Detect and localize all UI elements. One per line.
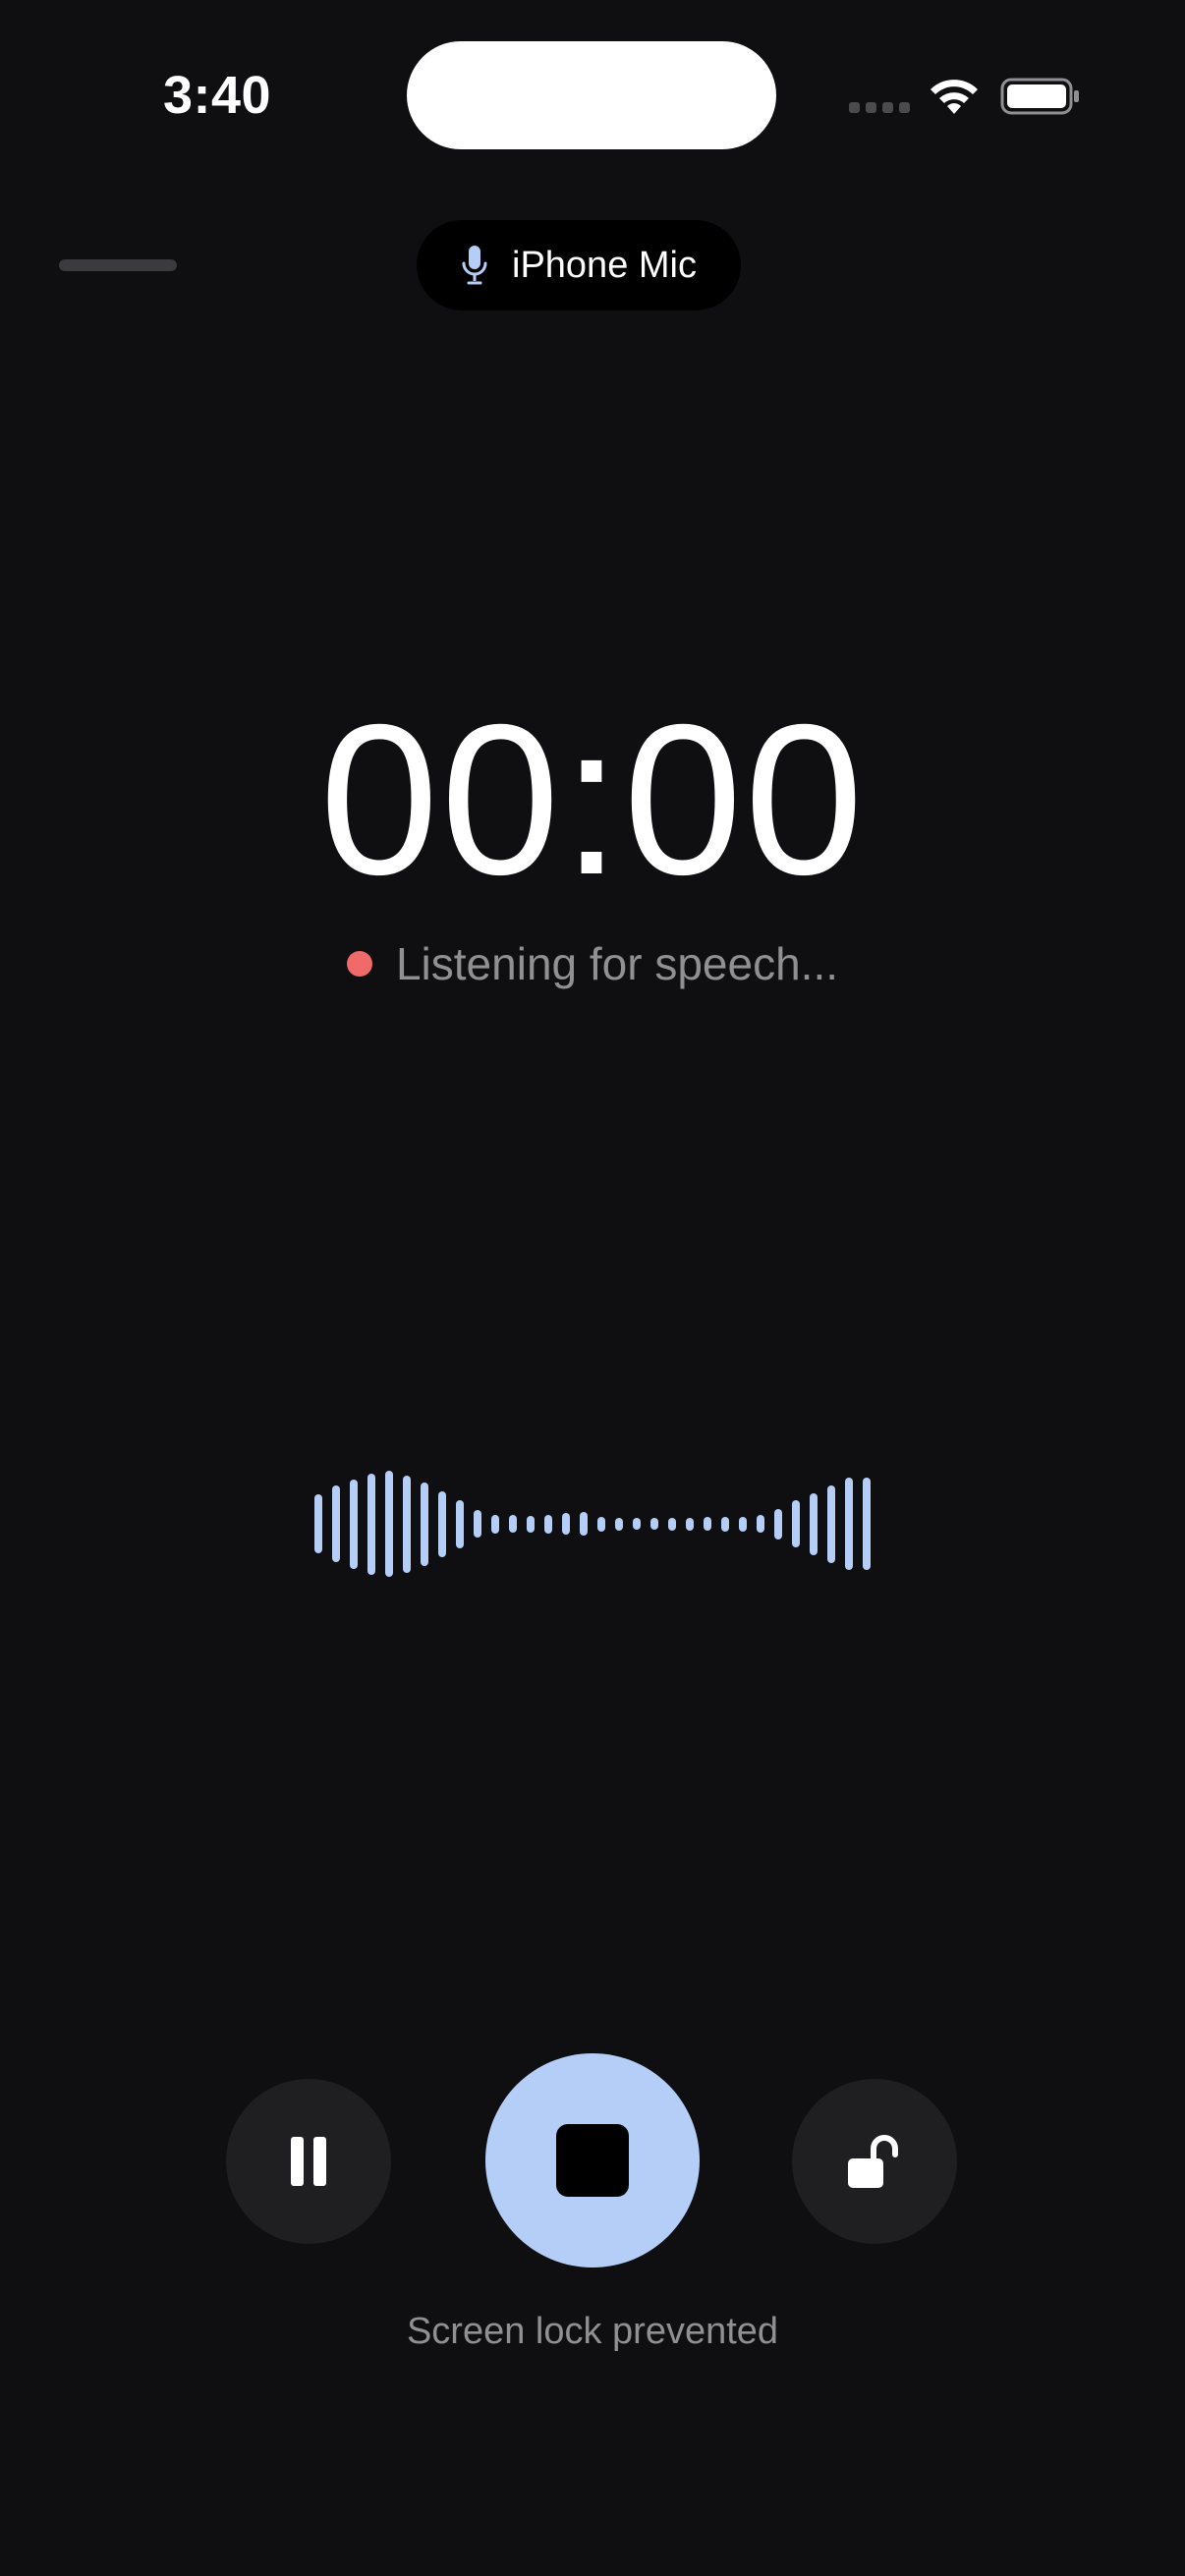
waveform-bar [509, 1515, 517, 1533]
waveform-bar [350, 1479, 358, 1569]
waveform-bar [562, 1513, 570, 1535]
waveform-bar [633, 1518, 641, 1530]
recording-dot-icon [346, 951, 372, 977]
waveform-bar [810, 1492, 818, 1555]
waveform-bar [456, 1499, 464, 1548]
waveform-bar [491, 1514, 499, 1534]
waveform-bar [385, 1471, 393, 1577]
waveform-bar [845, 1478, 853, 1570]
waveform-bar [544, 1514, 552, 1534]
stop-icon [556, 2124, 629, 2197]
waveform-bar [668, 1517, 676, 1531]
signal-dots-icon [849, 102, 910, 113]
waveform-bar [403, 1475, 411, 1573]
waveform-bar [527, 1515, 535, 1533]
unlock-icon [848, 2135, 898, 2188]
mic-source-label: iPhone Mic [512, 244, 697, 286]
screen-lock-toggle-button[interactable] [792, 2079, 957, 2244]
waveform-bar [438, 1490, 446, 1557]
microphone-icon [462, 246, 487, 285]
waveform-bar [650, 1518, 658, 1530]
waveform-bar [421, 1482, 428, 1566]
waveform-bar [580, 1512, 588, 1536]
pause-button[interactable] [226, 2079, 391, 2244]
waveform-bar [863, 1478, 871, 1570]
mic-source-button[interactable]: iPhone Mic [417, 220, 741, 310]
drag-handle[interactable] [59, 259, 177, 271]
listening-status: Listening for speech... [0, 937, 1185, 990]
waveform-bar [332, 1485, 340, 1562]
pause-icon [291, 2137, 326, 2186]
waveform-bar [827, 1484, 835, 1563]
dynamic-island [407, 41, 776, 149]
listening-status-text: Listening for speech... [395, 938, 839, 989]
waveform-bar [367, 1473, 375, 1575]
waveform-bar [739, 1516, 747, 1532]
waveform-bar [314, 1494, 322, 1553]
waveform-bar [757, 1515, 764, 1533]
waveform-bar [792, 1500, 800, 1547]
waveform-bar [615, 1517, 623, 1531]
recording-timer: 00:00 [319, 681, 866, 920]
audio-waveform [0, 1464, 1185, 1584]
waveform-bar [686, 1517, 694, 1531]
waveform-bar [774, 1508, 782, 1540]
screen-lock-caption: Screen lock prevented [406, 2311, 779, 2352]
waveform-bar [704, 1517, 711, 1531]
battery-icon [1000, 78, 1079, 115]
waveform-bar [474, 1510, 481, 1538]
stop-button[interactable] [485, 2053, 700, 2268]
waveform-bar [597, 1516, 605, 1532]
status-time: 3:40 [163, 66, 272, 125]
waveform-bar [721, 1516, 729, 1532]
wifi-icon [931, 80, 978, 114]
